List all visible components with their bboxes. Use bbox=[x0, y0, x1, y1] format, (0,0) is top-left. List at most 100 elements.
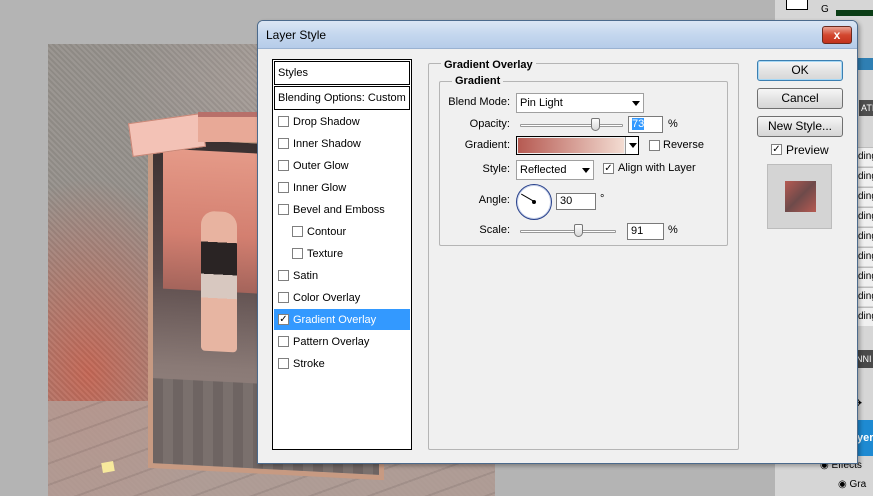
color-overlay-checkbox[interactable] bbox=[278, 292, 289, 303]
close-icon: x bbox=[833, 28, 841, 42]
scale-value: 91 bbox=[631, 225, 644, 237]
blending-options-item[interactable]: Blending Options: Custom bbox=[274, 86, 410, 110]
opacity-value: 73 bbox=[632, 118, 645, 130]
layer-row-selected[interactable]: yer bbox=[856, 420, 873, 456]
gradient-label: Gradient: bbox=[464, 139, 510, 151]
style-item-inner-shadow[interactable]: Inner Shadow bbox=[274, 133, 410, 155]
scale-slider-track[interactable] bbox=[520, 230, 616, 233]
style-preview bbox=[767, 164, 832, 229]
panel-row[interactable]: ding bbox=[856, 207, 873, 226]
opacity-slider-thumb[interactable] bbox=[591, 118, 601, 131]
chevron-down-icon bbox=[632, 101, 640, 106]
blend-mode-value: Pin Light bbox=[520, 97, 563, 109]
cancel-button[interactable]: Cancel bbox=[757, 88, 843, 109]
angle-dial-center bbox=[532, 200, 536, 204]
gradient-style-value: Reflected bbox=[520, 164, 567, 176]
satin-checkbox[interactable] bbox=[278, 270, 289, 281]
panel-row[interactable]: ding bbox=[856, 247, 873, 266]
style-item-pattern-overlay[interactable]: Pattern Overlay bbox=[274, 331, 410, 353]
scale-slider-thumb[interactable] bbox=[573, 224, 583, 237]
blend-mode-dropdown[interactable]: Pin Light bbox=[516, 93, 644, 113]
panel-tab[interactable]: ATIO bbox=[859, 100, 873, 116]
bevel-emboss-checkbox[interactable] bbox=[278, 204, 289, 215]
photo-person bbox=[201, 210, 237, 353]
style-item-label: Stroke bbox=[293, 358, 325, 370]
style-item-label: Outer Glow bbox=[293, 160, 349, 172]
reverse-label: Reverse bbox=[663, 139, 704, 151]
inner-glow-checkbox[interactable] bbox=[278, 182, 289, 193]
new-style-button[interactable]: New Style... bbox=[757, 116, 843, 137]
contour-checkbox[interactable] bbox=[292, 226, 303, 237]
panel-row[interactable]: ding bbox=[856, 267, 873, 286]
gradient-picker[interactable] bbox=[516, 136, 639, 155]
eye-icon[interactable]: ◉ bbox=[838, 479, 847, 490]
gradient-style-dropdown[interactable]: Reflected bbox=[516, 160, 594, 180]
style-item-contour[interactable]: Contour bbox=[274, 221, 410, 243]
opacity-slider-track[interactable] bbox=[520, 124, 623, 127]
panel-row[interactable]: ding bbox=[856, 167, 873, 186]
scale-input[interactable]: 91 bbox=[627, 223, 664, 240]
panel-row[interactable]: dings bbox=[856, 147, 873, 166]
style-item-label: Gradient Overlay bbox=[293, 314, 377, 326]
angle-dial[interactable] bbox=[516, 184, 552, 220]
style-preview-swatch bbox=[785, 181, 816, 212]
panel-row[interactable]: dings bbox=[856, 227, 873, 246]
style-item-label: Texture bbox=[307, 248, 344, 260]
style-item-inner-glow[interactable]: Inner Glow bbox=[274, 177, 410, 199]
style-item-label: Bevel and Emboss bbox=[293, 204, 385, 216]
channel-g-slider[interactable] bbox=[836, 10, 873, 16]
style-item-outer-glow[interactable]: Outer Glow bbox=[274, 155, 410, 177]
section-title: Gradient Overlay bbox=[441, 59, 536, 71]
gradient-overlay-checkbox[interactable]: ✓ bbox=[278, 314, 289, 325]
preview-checkbox[interactable]: ✓ bbox=[771, 144, 782, 155]
photo-glint bbox=[101, 461, 115, 473]
angle-label: Angle: bbox=[478, 194, 510, 206]
style-item-label: Pattern Overlay bbox=[293, 336, 370, 348]
styles-list: Styles Blending Options: Custom Drop Sha… bbox=[272, 59, 412, 450]
layer-style-dialog: Layer Style x Styles Blending Options: C… bbox=[257, 20, 858, 464]
inner-shadow-checkbox[interactable] bbox=[278, 138, 289, 149]
panel-dark-header: NNI bbox=[856, 350, 873, 368]
angle-input[interactable]: 30 bbox=[556, 193, 596, 210]
style-item-label: Contour bbox=[307, 226, 347, 238]
channel-g-label: G bbox=[821, 4, 829, 15]
pattern-overlay-checkbox[interactable] bbox=[278, 336, 289, 347]
reverse-checkbox[interactable] bbox=[649, 140, 660, 151]
drop-shadow-checkbox[interactable] bbox=[278, 116, 289, 127]
panel-header-strip bbox=[856, 58, 873, 70]
style-item-texture[interactable]: Texture bbox=[274, 243, 410, 265]
style-item-stroke[interactable]: Stroke bbox=[274, 353, 410, 375]
texture-checkbox[interactable] bbox=[292, 248, 303, 259]
scale-label: Scale: bbox=[479, 224, 510, 236]
dialog-titlebar[interactable]: Layer Style x bbox=[258, 21, 857, 49]
preview-label: Preview bbox=[786, 143, 829, 157]
scale-unit: % bbox=[668, 224, 678, 236]
style-item-label: Inner Glow bbox=[293, 182, 347, 194]
close-button[interactable]: x bbox=[822, 26, 852, 44]
gradient-row-label: Gra bbox=[849, 479, 867, 490]
opacity-unit: % bbox=[668, 118, 678, 130]
style-item-satin[interactable]: Satin bbox=[274, 265, 410, 287]
styles-header[interactable]: Styles bbox=[274, 61, 410, 85]
style-item-color-overlay[interactable]: Color Overlay bbox=[274, 287, 410, 309]
dialog-title: Layer Style bbox=[266, 28, 327, 42]
chevron-down-icon bbox=[582, 168, 590, 173]
panel-row[interactable]: dings bbox=[856, 187, 873, 206]
foreground-color-swatch[interactable] bbox=[786, 0, 808, 10]
ok-button[interactable]: OK bbox=[757, 60, 843, 81]
opacity-input[interactable]: 73 bbox=[628, 116, 663, 133]
panel-row[interactable]: ding bbox=[856, 287, 873, 306]
style-item-bevel-emboss[interactable]: Bevel and Emboss bbox=[274, 199, 410, 221]
stroke-checkbox[interactable] bbox=[278, 358, 289, 369]
align-with-layer-checkbox[interactable]: ✓ bbox=[603, 163, 614, 174]
style-item-label: Drop Shadow bbox=[293, 116, 360, 128]
layer-gradient-row[interactable]: ◉ Gra bbox=[838, 477, 873, 493]
gradient-preview[interactable] bbox=[518, 138, 624, 153]
style-item-drop-shadow[interactable]: Drop Shadow bbox=[274, 111, 410, 133]
angle-value: 30 bbox=[560, 195, 573, 207]
style-label: Style: bbox=[482, 163, 510, 175]
panel-row[interactable]: ding bbox=[856, 307, 873, 326]
style-item-gradient-overlay[interactable]: ✓ Gradient Overlay bbox=[274, 309, 410, 331]
chevron-down-icon[interactable] bbox=[625, 137, 638, 154]
outer-glow-checkbox[interactable] bbox=[278, 160, 289, 171]
